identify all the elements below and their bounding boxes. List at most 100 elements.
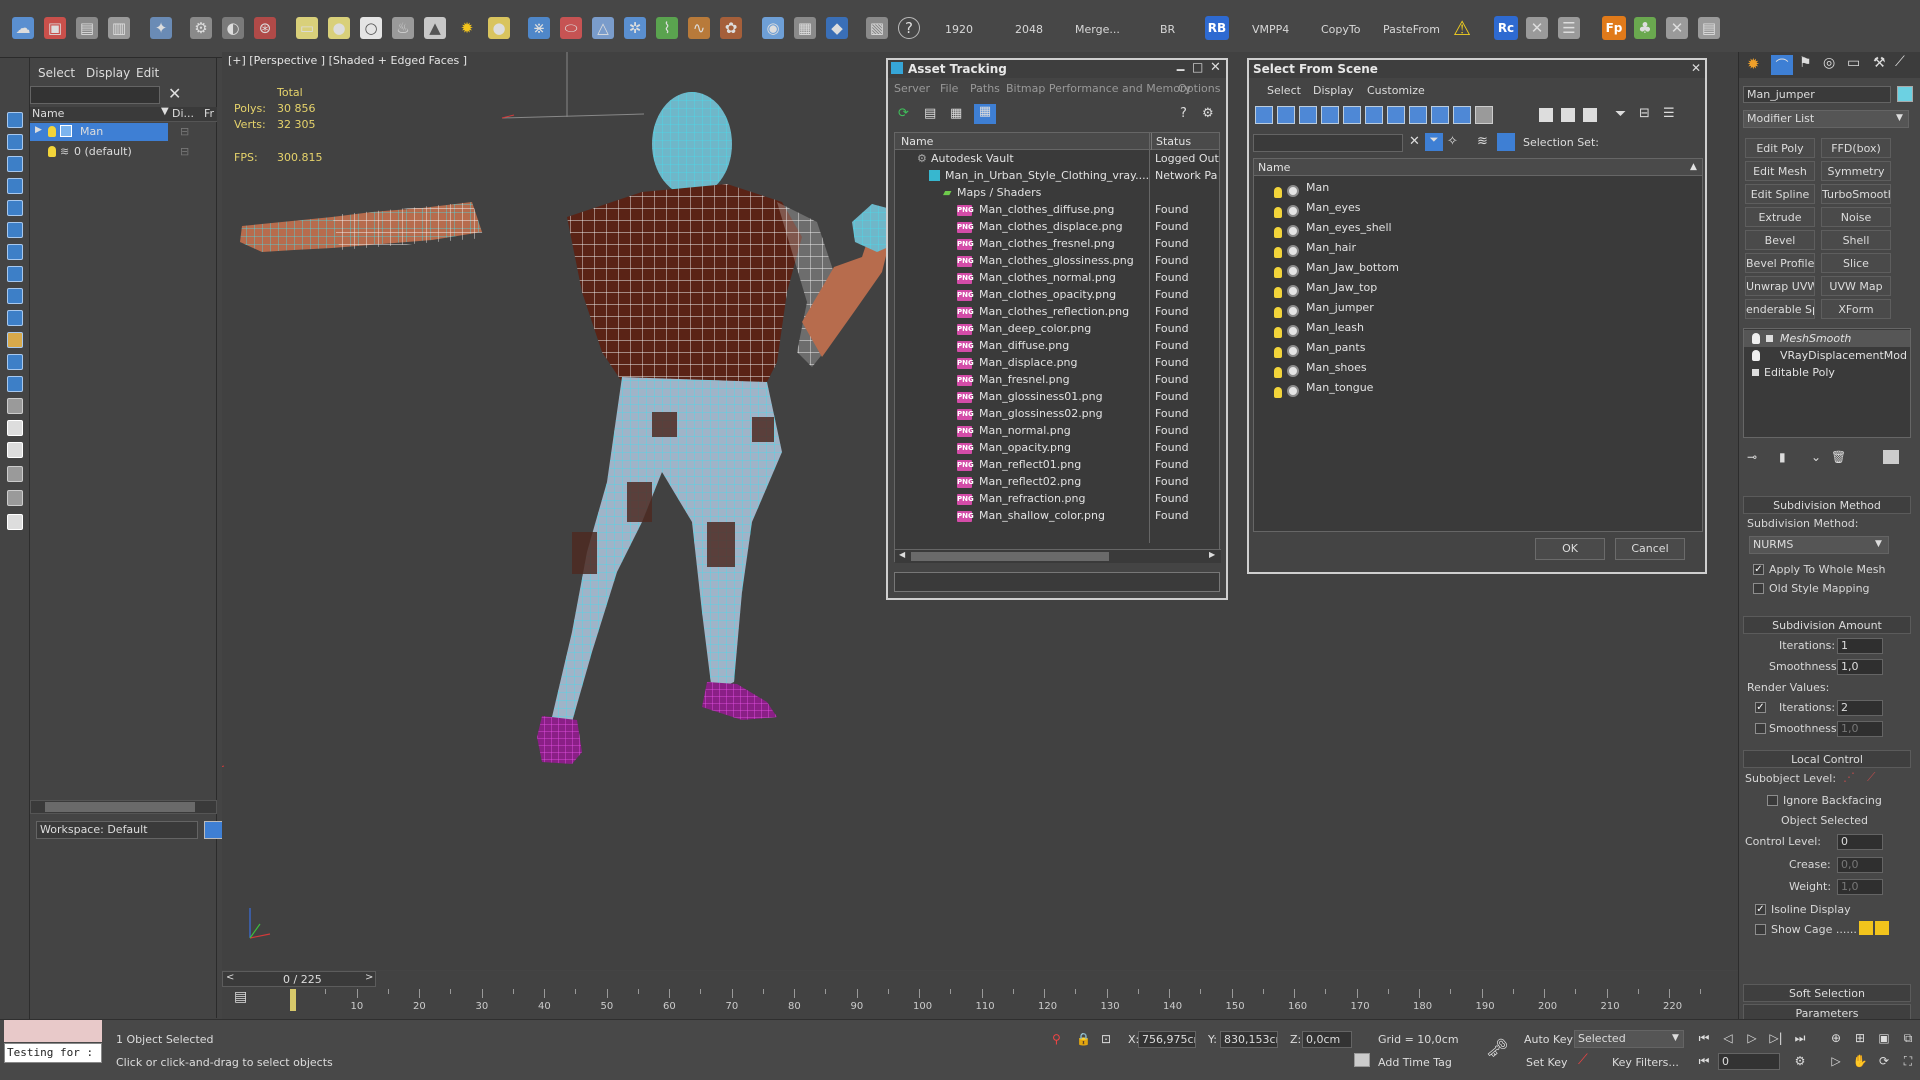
filter-shapes-icon[interactable] bbox=[1277, 106, 1295, 124]
modify-tab-icon[interactable]: ⌒ bbox=[1771, 55, 1793, 75]
column-display[interactable]: Di... bbox=[172, 107, 194, 120]
layer-explorer-icon[interactable] bbox=[204, 821, 224, 839]
render-setup-icon[interactable]: ▣ bbox=[44, 17, 66, 39]
key-filters-button[interactable]: Key Filters... bbox=[1612, 1056, 1679, 1069]
explorer-item-man[interactable]: ▶ Man bbox=[30, 123, 168, 141]
vmpp4-button[interactable]: VMPP4 bbox=[1252, 23, 1289, 36]
display-spacewarps-icon[interactable] bbox=[7, 244, 23, 260]
vray-sphere-icon[interactable]: ◉ bbox=[762, 17, 784, 39]
light-lister-icon[interactable]: ✦ bbox=[150, 17, 172, 39]
stack-item-editable-poly[interactable]: Editable Poly bbox=[1744, 364, 1910, 381]
expand-icon[interactable]: ▶ bbox=[35, 125, 42, 135]
box-icon[interactable]: ▭ bbox=[296, 17, 318, 39]
cone-icon[interactable]: ▲ bbox=[424, 17, 446, 39]
modifier-set-button[interactable]: Extrude bbox=[1745, 207, 1815, 227]
filter-settings-icon[interactable]: ⊟ bbox=[1639, 106, 1650, 121]
explorer-item-default-layer[interactable]: ≋ 0 (default) bbox=[30, 143, 168, 161]
close-icon[interactable]: ✕ bbox=[1210, 60, 1221, 75]
select-from-scene-window[interactable]: Select From Scene ✕ Select Display Custo… bbox=[1247, 58, 1707, 574]
table-view-icon[interactable]: ▦ bbox=[974, 104, 996, 124]
modifier-set-button[interactable]: Symmetry bbox=[1821, 161, 1891, 181]
mesh-icon[interactable]: ⋇ bbox=[528, 17, 550, 39]
maxscript-listener[interactable] bbox=[4, 1020, 102, 1042]
minimize-icon[interactable]: 🗕 bbox=[1176, 60, 1185, 82]
filter-spacewarps-icon[interactable] bbox=[1365, 106, 1383, 124]
selection-set-icon[interactable] bbox=[1497, 133, 1515, 151]
list-icon[interactable]: ☰ bbox=[1558, 17, 1580, 39]
column-name[interactable]: Name bbox=[32, 107, 64, 120]
filter-settings-icon[interactable] bbox=[7, 490, 23, 506]
zoom-icon[interactable]: ⊕ bbox=[1826, 1029, 1846, 1047]
expand-box-icon[interactable] bbox=[1752, 369, 1759, 376]
create-tab-icon[interactable]: ✹ bbox=[1747, 55, 1760, 73]
vfb-icon[interactable]: ▦ bbox=[794, 17, 816, 39]
at-menu-file[interactable]: File bbox=[940, 82, 958, 95]
scroll-right-icon[interactable]: ▶ bbox=[1209, 550, 1215, 559]
scatter-icon[interactable]: ✕ bbox=[1666, 17, 1688, 39]
light-bulb-icon[interactable] bbox=[1752, 350, 1760, 361]
display-none-icon[interactable] bbox=[7, 420, 23, 436]
scene-object-row[interactable]: Man_jumper bbox=[1254, 298, 1702, 318]
modifier-set-button[interactable]: Edit Spline bbox=[1745, 184, 1815, 204]
light-bulb-icon[interactable] bbox=[48, 126, 56, 137]
display-bones-icon[interactable] bbox=[7, 310, 23, 326]
asset-map-row[interactable]: PNG Man_refraction.png Found bbox=[895, 490, 1219, 507]
fur-icon[interactable]: ✲ bbox=[624, 17, 646, 39]
previous-frame-icon[interactable]: ◁ bbox=[1718, 1029, 1738, 1047]
filter-groups-icon[interactable] bbox=[1387, 106, 1405, 124]
absolute-mode-icon[interactable]: ⊡ bbox=[1101, 1032, 1111, 1046]
object-color-swatch[interactable] bbox=[1897, 86, 1913, 102]
tools-icon[interactable]: ✕ bbox=[1526, 17, 1548, 39]
help-icon[interactable]: ? bbox=[898, 17, 920, 39]
layers-icon[interactable]: ≋ bbox=[1477, 134, 1488, 149]
scene-object-row[interactable]: Man_leash bbox=[1254, 318, 1702, 338]
field-of-view-icon[interactable]: ▷ bbox=[1826, 1052, 1846, 1070]
display-frozen-icon[interactable] bbox=[7, 354, 23, 370]
scroll-thumb[interactable] bbox=[45, 802, 195, 812]
scene-object-row[interactable]: Man_hair bbox=[1254, 238, 1702, 258]
pan-view-icon[interactable]: ✋ bbox=[1850, 1052, 1870, 1070]
remove-modifier-icon[interactable]: 🗑 bbox=[1831, 450, 1846, 464]
asset-map-row[interactable]: PNG Man_glossiness01.png Found bbox=[895, 388, 1219, 405]
scroll-thumb[interactable] bbox=[911, 552, 1109, 561]
filter-helpers-icon[interactable] bbox=[1343, 106, 1361, 124]
filter-toggle-icon[interactable]: ⏷ bbox=[1425, 133, 1443, 151]
hr-icon[interactable]: ∿ bbox=[688, 17, 710, 39]
key-mode-select[interactable]: Selected bbox=[1574, 1030, 1684, 1048]
asset-row-maps-folder[interactable]: ▰ Maps / Shaders bbox=[895, 184, 1219, 201]
at-menu-paths[interactable]: Paths bbox=[970, 82, 1000, 95]
cage-color-swatch[interactable] bbox=[1859, 921, 1873, 935]
rb-button[interactable]: RB bbox=[1205, 16, 1229, 40]
light-bulb-icon[interactable] bbox=[1274, 382, 1287, 402]
smoothness-spinner[interactable]: 1,0 bbox=[1837, 659, 1883, 675]
pyramid-icon[interactable]: △ bbox=[592, 17, 614, 39]
light-filter-icon[interactable]: ✧ bbox=[1447, 134, 1458, 149]
hierarchy-tab-icon[interactable]: ⚑ bbox=[1799, 55, 1812, 71]
utilities-tab-icon[interactable]: ⚒ bbox=[1873, 55, 1886, 71]
layer-icon[interactable]: ▧ bbox=[866, 17, 888, 39]
filter-xrefs-icon[interactable] bbox=[1409, 106, 1427, 124]
warning-icon[interactable]: ⚠ bbox=[1451, 17, 1473, 39]
asset-map-row[interactable]: PNG Man_reflect02.png Found bbox=[895, 473, 1219, 490]
modifier-set-button[interactable]: Bevel bbox=[1745, 230, 1815, 250]
display-tab-icon[interactable]: ▭ bbox=[1847, 55, 1860, 71]
modifier-set-button[interactable]: UVW Map bbox=[1821, 276, 1891, 296]
display-all-icon[interactable] bbox=[7, 398, 23, 414]
modifier-set-button[interactable]: TurboSmooth bbox=[1821, 184, 1891, 204]
extra-tab-icon[interactable]: ⟋ bbox=[1895, 54, 1905, 70]
columns-icon[interactable] bbox=[7, 514, 23, 530]
render-frame-icon[interactable]: ▥ bbox=[108, 17, 130, 39]
asset-map-row[interactable]: PNG Man_normal.png Found bbox=[895, 422, 1219, 439]
maximize-icon[interactable]: □ bbox=[1192, 60, 1203, 74]
key-mode-toggle-icon[interactable]: ⏮ bbox=[1694, 1052, 1714, 1070]
settings-icon[interactable]: ⚙ bbox=[1202, 106, 1214, 121]
curve-editor-icon[interactable]: ▤ bbox=[234, 989, 247, 1005]
clear-search-icon[interactable]: ✕ bbox=[168, 84, 181, 103]
modifier-list-dropdown[interactable]: Modifier List bbox=[1743, 110, 1909, 128]
maxscript-input[interactable]: Testing for : bbox=[4, 1043, 102, 1063]
br-button[interactable]: BR bbox=[1160, 23, 1175, 36]
edge-level-icon[interactable]: ⟋ bbox=[1867, 770, 1875, 785]
asset-map-row[interactable]: PNG Man_shallow_color.png Found bbox=[895, 507, 1219, 524]
display-none-icon[interactable] bbox=[1561, 108, 1575, 122]
configure-sets-icon[interactable] bbox=[1883, 450, 1899, 464]
